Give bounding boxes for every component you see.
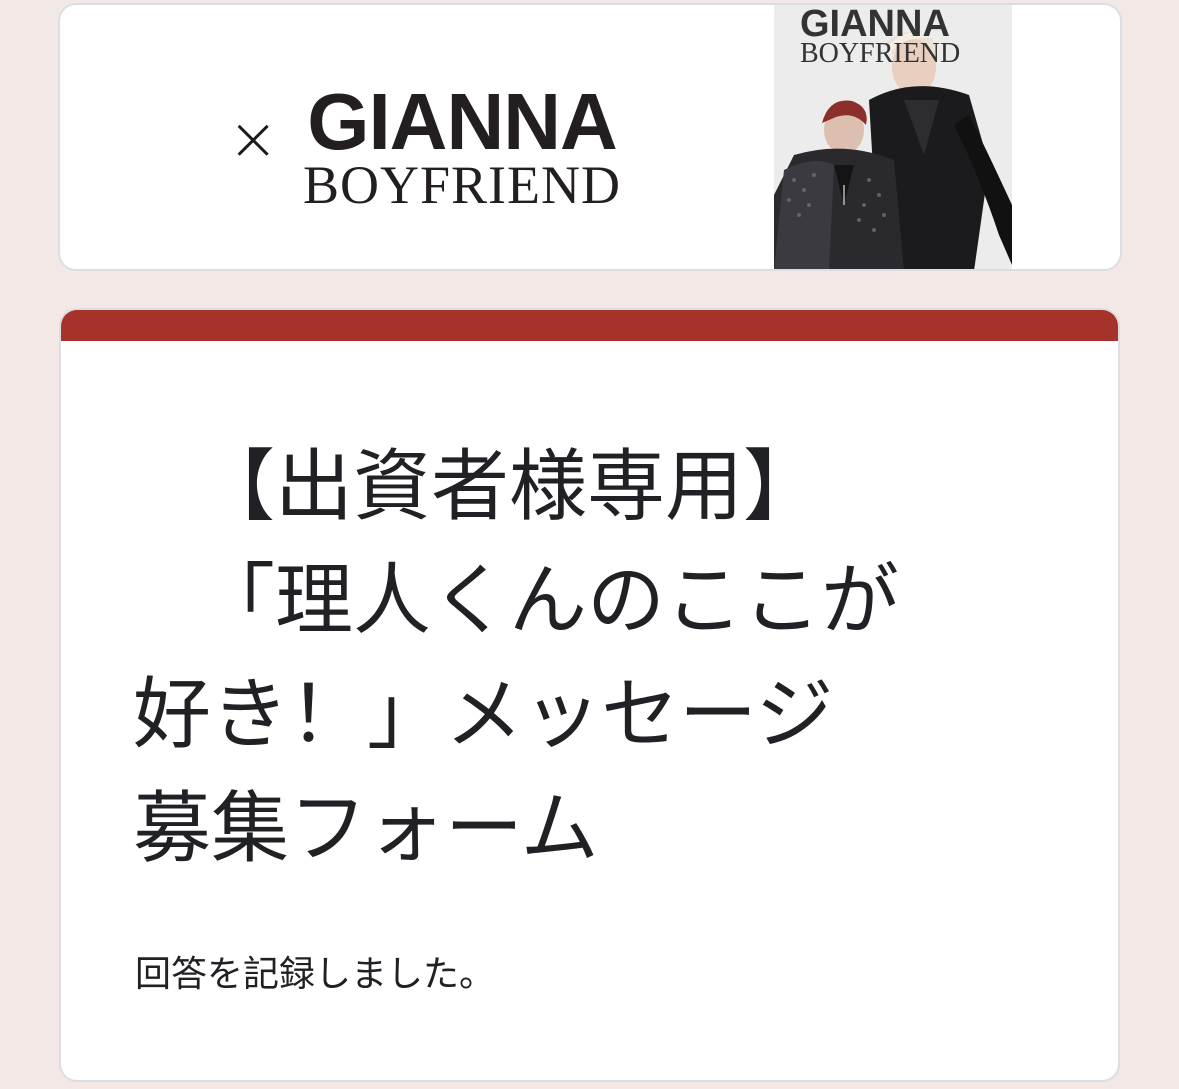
logo-line-boyfriend: BOYFRIEND bbox=[302, 155, 622, 215]
magazine-cover-image: GIANNA BOYFRIEND bbox=[774, 5, 1012, 269]
logo-line-gianna: GIANNA bbox=[307, 77, 618, 166]
form-title-line-2: 「理人くんのここが bbox=[197, 556, 900, 646]
gianna-boyfriend-logo: GIANNA BOYFRIEND bbox=[272, 77, 652, 215]
header-banner: × GIANNA BOYFRIEND GIANNA BOYFRIEND bbox=[58, 3, 1122, 271]
cover-title: GIANNA BOYFRIEND bbox=[800, 5, 1000, 69]
cover-title-line2: BOYFRIEND bbox=[800, 38, 961, 69]
collaboration-times-symbol: × bbox=[228, 104, 279, 174]
form-title-line-3: 好き！」メッセージ bbox=[133, 670, 834, 760]
form-title: 【出資者様専用】 「理人くんのここが 好き！」メッセージ 募集フォーム bbox=[133, 430, 1013, 886]
response-recorded-message: 回答を記録しました。 bbox=[135, 954, 496, 995]
form-accent-bar bbox=[61, 310, 1118, 341]
form-response-card: 【出資者様専用】 「理人くんのここが 好き！」メッセージ 募集フォーム 回答を記… bbox=[59, 308, 1120, 1082]
cover-title-line1: GIANNA bbox=[800, 5, 950, 45]
form-title-line-4: 募集フォーム bbox=[133, 784, 599, 874]
form-title-line-1: 【出資者様専用】 bbox=[197, 442, 822, 532]
